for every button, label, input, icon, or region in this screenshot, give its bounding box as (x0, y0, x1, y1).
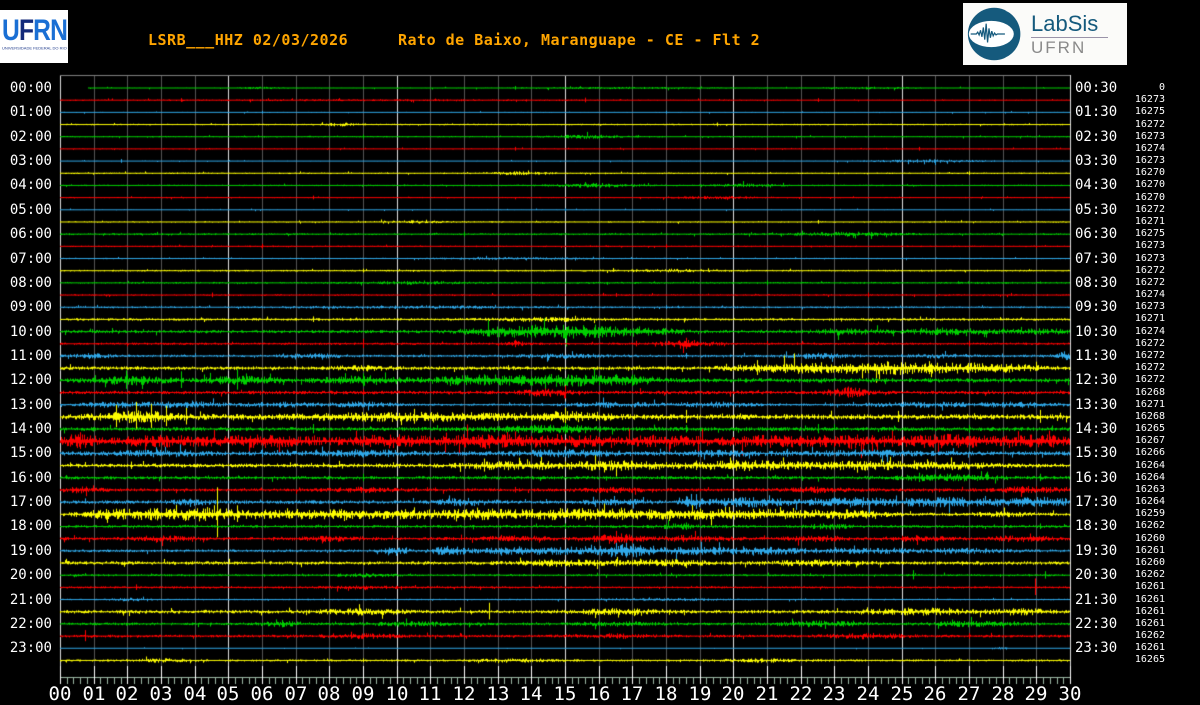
trace-start-time: 02:00 (9, 129, 52, 145)
trace-start-time: 03:00 (9, 153, 52, 169)
trace-count-value: 16270 (1134, 192, 1165, 203)
trace-start-time: 19:00 (9, 543, 52, 559)
trace-start-time: 18:00 (9, 518, 52, 534)
helicorder-screen: UFRN UNIVERSIDADE FEDERAL DO RIO GRANDE … (0, 0, 1200, 705)
trace-start-time: 05:00 (9, 202, 52, 218)
trace-count-value: 16273 (1134, 301, 1165, 312)
trace-start-time: 14:00 (9, 421, 52, 437)
trace-count-value: 16272 (1134, 265, 1165, 276)
trace-count-value: 16264 (1134, 472, 1165, 483)
trace-count-value: 16272 (1134, 119, 1165, 130)
trace-count-value: 16272 (1134, 362, 1165, 373)
trace-count-value: 16275 (1134, 228, 1165, 239)
trace-count-value: 16274 (1134, 143, 1165, 154)
trace-count-value: 16264 (1134, 496, 1165, 507)
trace-start-time: 20:00 (9, 567, 52, 583)
trace-count-value: 16272 (1134, 350, 1165, 361)
trace-start-time: 11:00 (9, 348, 52, 364)
trace-count-value: 16261 (1134, 606, 1165, 617)
trace-count-value: 16271 (1134, 399, 1165, 410)
trace-count-value: 16262 (1134, 630, 1165, 641)
trace-count-value: 16273 (1134, 94, 1165, 105)
trace-count-value: 16274 (1134, 326, 1165, 337)
trace-start-time: 16:00 (9, 470, 52, 486)
trace-start-time: 04:00 (9, 177, 52, 193)
trace-count-value: 16273 (1134, 240, 1165, 251)
trace-count-value: 16267 (1134, 435, 1165, 446)
trace-start-time: 06:00 (9, 226, 52, 242)
trace-count-value: 16261 (1134, 581, 1165, 592)
trace-count-value: 16261 (1134, 594, 1165, 605)
trace-start-time: 01:00 (9, 104, 52, 120)
trace-count-value: 16268 (1134, 387, 1165, 398)
trace-start-time: 07:00 (9, 251, 52, 267)
trace-count-value: 16273 (1134, 155, 1165, 166)
trace-start-time: 23:00 (9, 640, 52, 656)
trace-start-time: 10:00 (9, 324, 52, 340)
trace-count-value: 16270 (1134, 167, 1165, 178)
trace-count-value: 16262 (1134, 569, 1165, 580)
trace-count-value: 0 (1158, 82, 1165, 93)
trace-count-value: 16260 (1134, 533, 1165, 544)
trace-count-value: 16261 (1134, 618, 1165, 629)
trace-count-value: 16265 (1134, 423, 1165, 434)
trace-count-value: 16261 (1134, 642, 1165, 653)
trace-count-value: 16266 (1134, 447, 1165, 458)
trace-start-time: 21:00 (9, 592, 52, 608)
trace-count-value: 16264 (1134, 460, 1165, 471)
trace-start-time: 09:00 (9, 299, 52, 315)
trace-count-value: 16271 (1134, 216, 1165, 227)
trace-count-value: 16273 (1134, 253, 1165, 264)
trace-count-value: 16259 (1134, 508, 1165, 519)
trace-count-value: 16261 (1134, 545, 1165, 556)
trace-start-time: 15:00 (9, 445, 52, 461)
trace-count-value: 16275 (1134, 106, 1165, 117)
trace-start-time: 08:00 (9, 275, 52, 291)
trace-count-value: 16272 (1134, 338, 1165, 349)
trace-count-value: 16260 (1134, 557, 1165, 568)
trace-start-time: 12:00 (9, 372, 52, 388)
helicorder-plot-canvas (0, 0, 1200, 705)
trace-count-value: 16270 (1134, 179, 1165, 190)
minute-tick-label: 30 (1058, 683, 1082, 705)
trace-count-value: 16262 (1134, 520, 1165, 531)
trace-count-value: 16271 (1134, 313, 1165, 324)
trace-count-value: 16274 (1134, 289, 1165, 300)
trace-count-value: 16273 (1134, 131, 1165, 142)
trace-start-time: 22:00 (9, 616, 52, 632)
trace-start-time: 17:00 (9, 494, 52, 510)
trace-start-time: 13:00 (9, 397, 52, 413)
trace-count-value: 16268 (1134, 411, 1165, 422)
trace-count-value: 16272 (1134, 204, 1165, 215)
trace-count-value: 16272 (1134, 374, 1165, 385)
trace-count-value: 16265 (1134, 654, 1165, 665)
trace-count-value: 16263 (1134, 484, 1165, 495)
trace-count-value: 16272 (1134, 277, 1165, 288)
trace-start-time: 00:00 (9, 80, 52, 96)
